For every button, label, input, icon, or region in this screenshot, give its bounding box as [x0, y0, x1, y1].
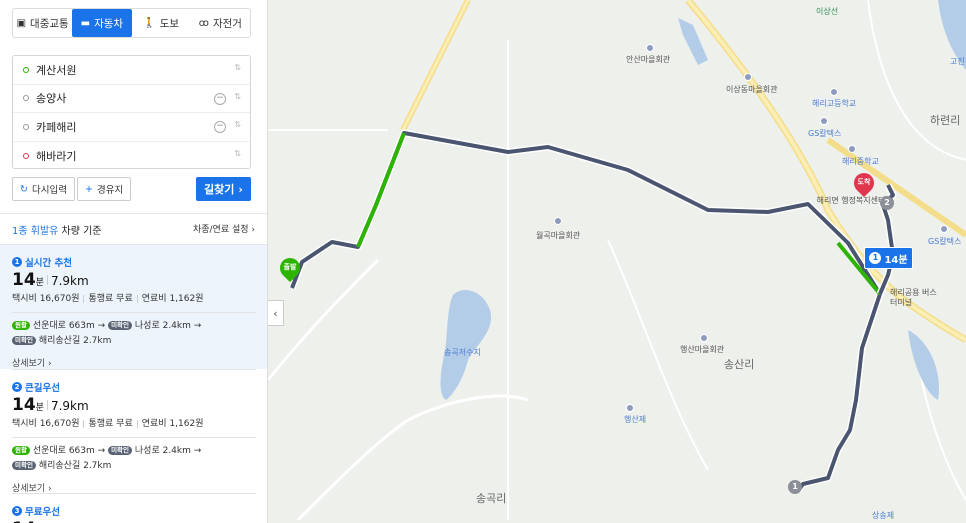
- end-marker[interactable]: 도착: [849, 168, 879, 199]
- map-label: GS칼텍스: [808, 129, 842, 138]
- map-label: 이상선: [816, 7, 839, 16]
- walk-icon: 🚶: [143, 17, 156, 29]
- gas-station-icon[interactable]: [940, 225, 948, 233]
- gas-station-icon[interactable]: [820, 117, 828, 125]
- map-label: 송곡저수지: [444, 348, 481, 357]
- reservoir-icon[interactable]: [626, 404, 634, 412]
- map-label: 해리공용 버스터미널: [890, 288, 937, 307]
- route-cost: 택시비 16,670원 통행료 무료 연료비 1,162원: [12, 419, 204, 429]
- vehicle-basis: 1종 휘발유 차량 기준 차종/연료 설정 ›: [12, 222, 255, 237]
- reset-button[interactable]: ↻ 다시입력: [12, 177, 75, 201]
- tab-bicycle[interactable]: ꝏ 자전거: [191, 9, 250, 37]
- route-time: 14분 7.9km: [12, 395, 89, 415]
- bicycle-icon: ꝏ: [198, 17, 209, 29]
- map-label: 해리중학교: [842, 157, 879, 166]
- route-time: 14: [12, 519, 267, 523]
- map-label: GS칼텍스: [928, 237, 962, 246]
- route-number-badge: 1: [12, 257, 22, 267]
- start-marker[interactable]: 출발: [275, 253, 305, 284]
- route-time: 14분 7.9km: [12, 270, 89, 290]
- route-option-3[interactable]: 3무료우선 14: [0, 494, 267, 523]
- destination-input[interactable]: 해바라기 ⇅: [13, 142, 250, 171]
- bus-icon: ▣: [16, 17, 27, 29]
- waypoint-input-2[interactable]: 카페해리 − ⇅: [13, 113, 250, 142]
- transport-mode-tabs: ▣ 대중교통 ▬ 자동차 🚶 도보 ꝏ 자전거: [12, 8, 251, 38]
- waypoint-list: 계산서원 ⇅ 송양사 − ⇅ 카페해리 − ⇅ 해바라기 ⇅: [12, 55, 251, 169]
- waypoint-marker-2[interactable]: 2: [880, 196, 894, 210]
- waypoint-dot-icon: [23, 123, 29, 130]
- map-label: 이상동마을회관: [726, 85, 778, 94]
- remove-waypoint-icon[interactable]: −: [214, 92, 226, 105]
- action-row: ↻ 다시입력 + 경유지 길찾기 ›: [12, 177, 251, 201]
- car-icon: ▬: [80, 17, 91, 29]
- search-route-button[interactable]: 길찾기 ›: [196, 177, 251, 201]
- detail-link[interactable]: 상세보기 ›: [12, 356, 267, 369]
- route-option-1[interactable]: 1 실시간 추천 14분 7.9km 택시비 16,670원 통행료 무료 연료비 1,…: [0, 245, 267, 369]
- waypoint-input-1[interactable]: 송양사 − ⇅: [13, 85, 250, 113]
- map-label: 하련리: [930, 114, 961, 127]
- reorder-icon[interactable]: ⇅: [234, 63, 241, 72]
- map-label: 행산제: [624, 415, 647, 424]
- tab-car[interactable]: ▬ 자동차: [72, 9, 132, 37]
- town-hall-icon[interactable]: [700, 334, 708, 342]
- tab-transit[interactable]: ▣ 대중교통: [13, 9, 72, 37]
- chevron-right-icon: ›: [238, 182, 243, 196]
- town-hall-icon[interactable]: [744, 73, 752, 81]
- start-dot-icon: [23, 66, 29, 73]
- vehicle-setting-link[interactable]: 차종/연료 설정 ›: [193, 222, 255, 235]
- collapse-panel-button[interactable]: ‹: [268, 300, 284, 326]
- waypoint-marker-1[interactable]: 1: [788, 480, 802, 494]
- map-label: 해리면 행정복지센터: [816, 196, 886, 205]
- route-option-2[interactable]: 2 큰길우선 14분 7.9km 택시비 16,670원 통행료 무료 연료비 1,16…: [0, 370, 267, 494]
- map-base: [268, 0, 966, 522]
- refresh-icon: ↻: [20, 183, 28, 195]
- town-hall-icon[interactable]: [554, 217, 562, 225]
- chevron-left-icon: ‹: [273, 306, 278, 320]
- end-dot-icon: [23, 152, 29, 159]
- map-label: 안산마을회관: [626, 55, 671, 64]
- route-number-badge: 3: [12, 506, 22, 516]
- map-label: 행산마을회관: [680, 345, 725, 354]
- map-label: 송산리: [724, 358, 755, 371]
- route-title: 무료우선: [25, 507, 60, 518]
- reorder-icon[interactable]: ⇅: [234, 149, 241, 158]
- map-label: 고진: [950, 57, 965, 66]
- plus-icon: +: [85, 183, 93, 195]
- route-roads: 원활 선운대로 663m → 미확인 나성로 2.4km → 미확인 해리송산길 …: [12, 319, 267, 349]
- tab-walk[interactable]: 🚶 도보: [132, 9, 191, 37]
- town-hall-icon[interactable]: [646, 44, 654, 52]
- map-label: 해리고등학교: [812, 99, 857, 108]
- waypoint-dot-icon: [23, 95, 29, 102]
- add-waypoint-button[interactable]: + 경유지: [77, 177, 132, 201]
- reorder-icon[interactable]: ⇅: [234, 120, 241, 129]
- school-icon[interactable]: [848, 145, 856, 153]
- divider: [0, 213, 267, 214]
- map-canvas[interactable]: 이상선 안산마을회관 이상동마을회관 해리고등학교 GS칼텍스 해리중학교 하련…: [268, 0, 966, 523]
- route-title: 실시간 추천: [25, 258, 73, 269]
- route-number-badge: 2: [12, 382, 22, 392]
- school-icon[interactable]: [830, 88, 838, 96]
- route-roads: 원활 선운대로 663m → 미확인 나성로 2.4km → 미확인 해리송산길 …: [12, 444, 267, 474]
- map-label: 상송제: [872, 511, 895, 520]
- route-time-badge[interactable]: 1 14분: [864, 247, 913, 269]
- route-cost: 택시비 16,670원 통행료 무료 연료비 1,162원: [12, 294, 204, 304]
- route-title: 큰길우선: [25, 383, 60, 394]
- start-input[interactable]: 계산서원 ⇅: [13, 56, 250, 85]
- map-label: 월곡마을회관: [536, 231, 581, 240]
- route-panel: ▣ 대중교통 ▬ 자동차 🚶 도보 ꝏ 자전거 계산서원 ⇅ 송양사 − ⇅ 카페해리 − ⇅ 해…: [0, 0, 268, 523]
- remove-waypoint-icon[interactable]: −: [214, 121, 226, 133]
- reorder-icon[interactable]: ⇅: [234, 92, 241, 101]
- map-label: 송곡리: [476, 492, 507, 505]
